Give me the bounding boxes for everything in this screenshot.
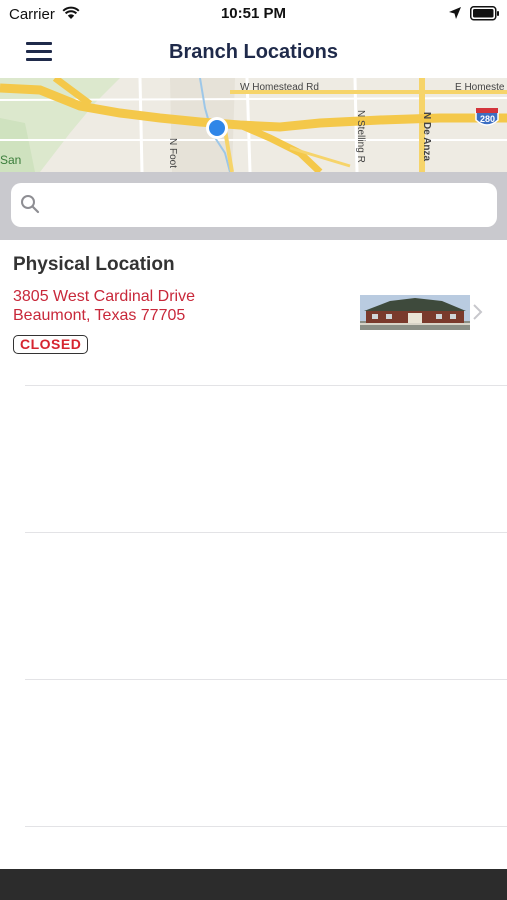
battery-icon — [470, 6, 499, 21]
status-bar: Carrier 10:51 PM — [0, 0, 507, 28]
map-label-stelling: N Stelling R — [355, 110, 366, 163]
status-badge: CLOSED — [13, 335, 89, 354]
map-view[interactable]: W Homestead Rd E Homeste N Stelling R N … — [0, 78, 507, 172]
address-line-1: 3805 West Cardinal Drive — [13, 288, 196, 305]
map-label-san: San — [0, 153, 22, 167]
row-divider — [25, 532, 507, 533]
row-divider — [25, 679, 507, 680]
bottom-bar — [0, 869, 507, 900]
address-line-2: Beaumont, Texas 77705 — [13, 307, 186, 324]
location-arrow-icon — [449, 7, 461, 19]
location-heading: Physical Location — [13, 254, 175, 275]
current-location-pin[interactable] — [206, 117, 228, 139]
location-address: 3805 West Cardinal Drive Beaumont, Texas… — [13, 287, 195, 325]
branch-photo — [360, 295, 470, 330]
search-input[interactable] — [49, 183, 489, 227]
hamburger-menu-icon[interactable] — [26, 42, 52, 62]
search-icon — [21, 195, 40, 214]
clock-time: 10:51 PM — [220, 5, 287, 22]
interstate-shield-label: 280 — [480, 114, 496, 124]
location-list-item[interactable]: Physical Location 3805 West Cardinal Dri… — [0, 240, 507, 385]
row-divider — [25, 385, 507, 386]
map-label-homestead-west: W Homestead Rd — [240, 82, 319, 93]
page-title: Branch Locations — [169, 41, 338, 63]
chevron-right-icon — [473, 304, 483, 320]
navigation-bar: Branch Locations — [0, 28, 507, 78]
search-box[interactable] — [11, 183, 497, 227]
row-divider — [25, 826, 507, 827]
map-label-homestead-east: E Homeste — [455, 82, 505, 93]
search-bar-container — [0, 172, 507, 240]
map-label-de-anza: N De Anza — [421, 112, 432, 162]
map-label-foothill: N Foot — [167, 138, 178, 169]
